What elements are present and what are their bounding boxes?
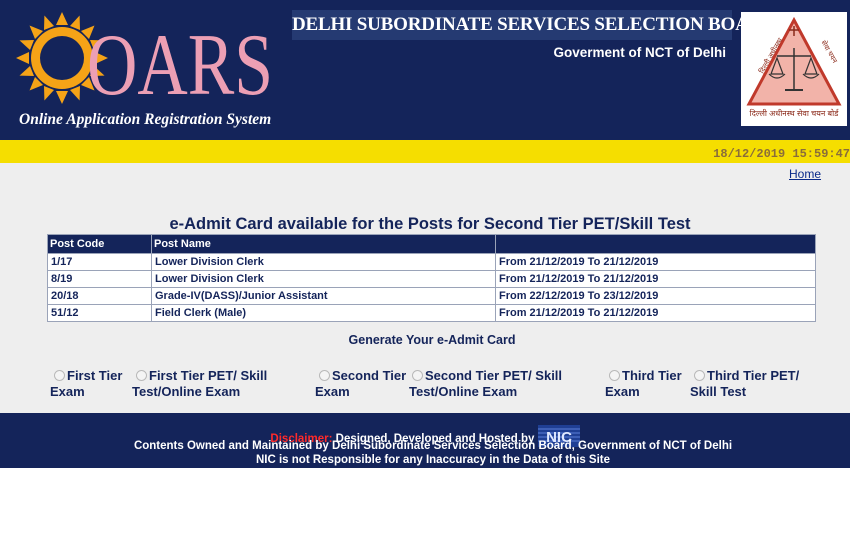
date-range-cell: From 22/12/2019 To 23/12/2019 [495,287,816,305]
tagline: Online Application Registration System [19,111,272,128]
option-label: First Tier [67,368,123,383]
option-label: Second Tier PET/ Skill [425,368,563,383]
post-code-cell: 51/12 [47,304,152,322]
post-code-cell: 1/17 [47,253,152,271]
radio-first-tier-pet-skill[interactable] [136,370,147,381]
datetime: 18/12/2019 15:59:47 [713,147,850,161]
logo-text: OARS [87,17,273,110]
option-label: Exam [315,384,350,399]
option-label: Exam [50,384,85,399]
post-code-cell: 20/18 [47,287,152,305]
option-label: Third Tier [622,368,682,383]
table-row: 20/18 Grade-IV(DASS)/Junior Assistant Fr… [47,287,816,305]
site-footer: Disclaimer: Designed, Developed and Host… [0,413,850,468]
date-range-cell: From 21/12/2019 To 21/12/2019 [495,270,816,288]
post-name-cell: Grade-IV(DASS)/Junior Assistant [151,287,496,305]
table-row: 1/17 Lower Division Clerk From 21/12/201… [47,253,816,271]
post-code-cell: 8/19 [47,270,152,288]
option-label: Test/Online Exam [409,384,518,399]
option-first-tier-exam[interactable]: First Tier Exam [50,368,122,400]
date-range-cell: From 21/12/2019 To 21/12/2019 [495,253,816,271]
option-label: Test/Online Exam [132,384,241,399]
sun-logo-icon: OARS [16,12,273,110]
option-label: First Tier PET/ Skill [149,368,268,383]
date-range-cell: From 21/12/2019 To 21/12/2019 [495,304,816,322]
radio-second-tier-exam[interactable] [319,370,330,381]
option-third-tier-exam[interactable]: Third Tier Exam [605,368,682,400]
emblem-text: दिल्ली अधीनस्थ सेवा चयन बोर्ड [750,108,840,118]
board-title: DELHI SUBORDINATE SERVICES SELECTION BOA… [292,10,776,40]
option-label: Skill Test [690,384,747,399]
radio-third-tier-exam[interactable] [609,370,620,381]
option-label: Exam [605,384,640,399]
radio-second-tier-pet-skill[interactable] [412,370,423,381]
footer-line-2: Contents Owned and Maintained by Delhi S… [133,440,733,452]
generate-admit-card-label: Generate Your e-Admit Card [348,333,516,347]
option-second-tier-pet-skill[interactable]: Second Tier PET/ Skill Test/Online Exam [409,368,562,400]
oars-logo: OARS [15,8,285,110]
column-header-post-code: Post Code [47,234,152,254]
option-label: Third Tier PET/ [707,368,800,383]
option-second-tier-exam[interactable]: Second Tier Exam [315,368,406,400]
option-third-tier-pet-skill[interactable]: Third Tier PET/ Skill Test [690,368,799,400]
post-name-cell: Lower Division Clerk [151,270,496,288]
government-label: Goverment of NCT of Delhi [553,45,726,60]
radio-first-tier-exam[interactable] [54,370,65,381]
svg-text:सेवा चयन: सेवा चयन [819,39,839,65]
home-link[interactable]: Home [789,167,821,181]
footer-line-3: NIC is not Responsible for any Inaccurac… [255,454,611,466]
table-row: 51/12 Field Clerk (Male) From 21/12/2019… [47,304,816,322]
admit-card-title: e-Admit Card available for the Posts for… [169,215,691,233]
table-row: 8/19 Lower Division Clerk From 21/12/201… [47,270,816,288]
emblem-icon: दिल्ली अधीनस्थ सेवा चयन दिल्ली अधीनस्थ स… [746,16,842,118]
site-header: OARS Online Application Registration Sys… [0,0,850,140]
post-name-cell: Field Clerk (Male) [151,304,496,322]
option-first-tier-pet-skill[interactable]: First Tier PET/ Skill Test/Online Exam [132,368,267,400]
board-emblem: दिल्ली अधीनस्थ सेवा चयन दिल्ली अधीनस्थ स… [741,12,847,126]
column-header-dates [495,234,816,254]
option-label: Second Tier [332,368,407,383]
column-header-post-name: Post Name [151,234,496,254]
posts-table: Post Code Post Name 1/17 Lower Division … [47,234,816,322]
table-header-row: Post Code Post Name [47,234,816,254]
radio-third-tier-pet-skill[interactable] [694,370,705,381]
post-name-cell: Lower Division Clerk [151,253,496,271]
